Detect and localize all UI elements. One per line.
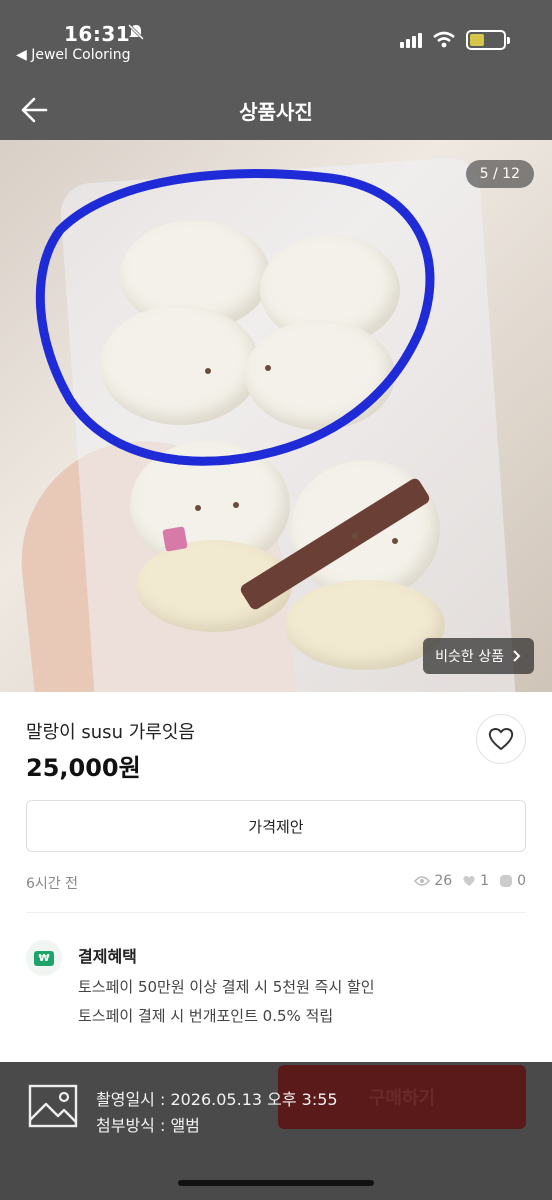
bell-muted-icon — [127, 23, 145, 41]
wifi-icon — [433, 31, 455, 48]
chats-count: 0 — [517, 873, 526, 889]
similar-items-button[interactable]: 비슷한 상품 — [423, 638, 534, 674]
posted-time: 6시간 전 — [26, 876, 78, 892]
chevron-right-icon — [513, 650, 521, 662]
won-badge-label: ₩ — [34, 950, 54, 966]
heart-icon — [488, 728, 514, 751]
battery-icon — [466, 30, 510, 50]
page-title: 상품사진 — [239, 100, 313, 124]
signal-icon — [400, 32, 422, 48]
product-photo[interactable]: 5 / 12 비슷한 상품 — [0, 140, 552, 692]
product-price: 25,000원 — [26, 754, 141, 782]
capture-datetime: 촬영일시 : 2026.05.13 오후 3:55 — [96, 1090, 338, 1109]
similar-items-label: 비슷한 상품 — [435, 649, 504, 665]
likes-stat: 1 — [462, 873, 489, 889]
benefit-line: 토스페이 결제 시 번개포인트 0.5% 적립 — [78, 1007, 334, 1025]
price-offer-button[interactable]: 가격제안 — [26, 800, 526, 852]
home-indicator[interactable] — [178, 1180, 374, 1186]
status-icons — [400, 30, 510, 50]
won-badge-icon: ₩ — [26, 940, 62, 976]
top-header: 16:31 ◀ Jewel Coloring 상품사진 — [0, 0, 552, 140]
status-time: 16:31 — [64, 22, 131, 46]
views-stat: 26 — [414, 873, 452, 889]
hand-drawn-circle — [35, 169, 435, 466]
chat-icon — [500, 875, 513, 887]
benefit-title: 결제혜택 — [78, 947, 137, 966]
views-count: 26 — [434, 873, 453, 889]
eye-icon — [414, 876, 431, 886]
attach-method: 첨부방식 : 앨범 — [96, 1116, 200, 1135]
heart-small-icon — [463, 876, 475, 886]
photo-pager: 5 / 12 — [465, 160, 534, 188]
product-title: 말랑이 susu 가루잇음 — [26, 722, 195, 743]
chats-stat: 0 — [499, 873, 526, 889]
product-stats: 26 1 0 — [414, 873, 526, 889]
benefit-line: 토스페이 50만원 이상 결제 시 5천원 즉시 할인 — [78, 978, 375, 996]
back-to-app-link[interactable]: ◀ Jewel Coloring — [16, 47, 131, 63]
like-button[interactable] — [476, 714, 526, 764]
image-icon — [28, 1084, 78, 1128]
likes-count: 1 — [480, 873, 490, 889]
divider — [26, 912, 526, 913]
bottom-bar: 구매하기 촬영일시 : 2026.05.13 오후 3:55 첨부방식 : 앨범 — [0, 1062, 552, 1200]
